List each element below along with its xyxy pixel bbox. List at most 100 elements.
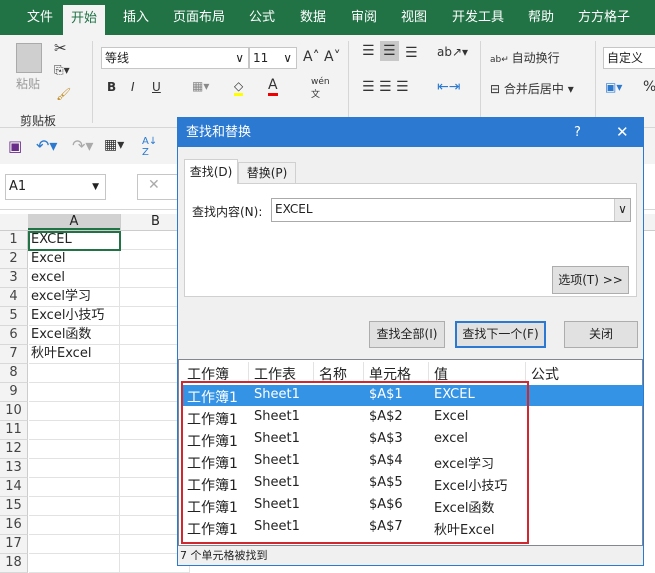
find-all-button[interactable]: 查找全部(I) (369, 321, 445, 348)
currency-icon[interactable]: ▣▾ (605, 80, 622, 94)
cell[interactable]: 秋叶Excel (29, 345, 120, 364)
merge-center-button[interactable]: ⊟ 合并后居中 ▾ (490, 80, 574, 97)
row-header[interactable]: 4 (0, 288, 28, 307)
cell[interactable] (29, 554, 120, 573)
row-header[interactable]: 7 (0, 345, 28, 364)
row-header[interactable]: 1 (0, 231, 28, 250)
fill-color-icon[interactable]: ◇ (234, 79, 244, 96)
row-header[interactable]: 16 (0, 516, 28, 535)
row-header[interactable]: 14 (0, 478, 28, 497)
undo-icon[interactable]: ↶▾ (36, 136, 57, 155)
ribbon-tab[interactable]: 方方格子 (570, 0, 638, 35)
find-what-input[interactable]: EXCEL ∨ (271, 198, 631, 222)
ribbon-tab[interactable]: 数据 (292, 0, 334, 35)
italic-button[interactable]: I (131, 80, 135, 94)
row-header[interactable]: 17 (0, 535, 28, 554)
help-button[interactable]: ? (574, 118, 581, 147)
cell[interactable] (29, 440, 120, 459)
bold-button[interactable]: B (107, 80, 116, 94)
status-text: 7 个单元格被找到 (180, 549, 268, 562)
name-box[interactable]: A1 ▼ (5, 174, 106, 200)
redo-icon[interactable]: ↷▾ (72, 136, 93, 155)
ribbon-tab[interactable]: 页面布局 (165, 0, 233, 35)
align-middle-icon[interactable]: ☰ (380, 41, 399, 61)
sort-az-icon[interactable]: A↓ Z (142, 136, 157, 158)
row-header[interactable]: 9 (0, 383, 28, 402)
row-header[interactable]: 11 (0, 421, 28, 440)
cell[interactable] (29, 497, 120, 516)
column-divider (313, 362, 314, 382)
ribbon-tab[interactable]: 视图 (393, 0, 435, 35)
row-header[interactable]: 6 (0, 326, 28, 345)
cell[interactable] (29, 478, 120, 497)
find-what-value: EXCEL (275, 202, 313, 216)
row-header[interactable]: 10 (0, 402, 28, 421)
cell[interactable] (29, 383, 120, 402)
format-painter-icon[interactable]: 🖌 (56, 87, 71, 101)
wrap-text-label: 自动换行 (511, 51, 560, 65)
ribbon-tab[interactable]: 公式 (241, 0, 283, 35)
orientation-icon[interactable]: ab↗▾ (437, 45, 468, 59)
cell[interactable] (29, 421, 120, 440)
align-bottom-icon[interactable]: ☰ (405, 45, 418, 61)
align-left-icon[interactable]: ☰ ☰ ☰ (362, 79, 409, 95)
cell[interactable]: Excel函数 (29, 326, 120, 345)
ribbon-tab[interactable]: 帮助 (520, 0, 562, 35)
row-header[interactable]: 8 (0, 364, 28, 383)
cancel-formula-button[interactable]: ✕ (137, 174, 182, 200)
results-column-header[interactable]: 公式 (531, 364, 559, 384)
phonetic-icon[interactable]: wén 文 (311, 77, 330, 100)
ribbon-tab[interactable]: 插入 (115, 0, 157, 35)
align-top-icon[interactable]: ☰ (362, 43, 375, 59)
row-header[interactable]: 2 (0, 250, 28, 269)
tab-find[interactable]: 查找(D) (184, 159, 238, 184)
cut-icon[interactable]: ✂ (54, 39, 67, 57)
row-header[interactable]: 13 (0, 459, 28, 478)
ribbon-tab[interactable]: 审阅 (343, 0, 385, 35)
underline-button[interactable]: U (152, 80, 161, 94)
merge-icon: ⊟ (490, 82, 504, 96)
ribbon-tab[interactable]: 开发工具 (444, 0, 512, 35)
borders-icon[interactable]: ▦▾ (192, 79, 209, 93)
save-icon[interactable]: ▣ (8, 137, 22, 155)
cell[interactable]: Excel小技巧 (29, 307, 120, 326)
cell[interactable] (29, 364, 120, 383)
find-replace-dialog: 查找和替换 ? ✕ 查找(D) 替换(P) 查找内容(N): EXCEL ∨ 选项… (177, 117, 644, 566)
row-header[interactable]: 3 (0, 269, 28, 288)
cell[interactable] (29, 535, 120, 554)
wrap-text-button[interactable]: ab↵ 自动换行 (490, 49, 560, 66)
table-icon[interactable]: ▦▾ (104, 137, 124, 153)
find-next-button[interactable]: 查找下一个(F) (455, 321, 546, 348)
active-cell[interactable] (28, 231, 121, 251)
font-size-value: 11 (253, 51, 269, 65)
close-icon[interactable]: ✕ (616, 118, 629, 147)
ribbon-tab[interactable]: 开始 (63, 5, 106, 35)
cell[interactable] (29, 459, 120, 478)
cell[interactable] (29, 516, 120, 535)
percent-button[interactable]: % (643, 79, 655, 95)
row-header[interactable]: 18 (0, 554, 28, 573)
font-size-select[interactable]: 11 ∨ (249, 47, 297, 69)
cell[interactable]: excel (29, 269, 120, 288)
column-divider (363, 362, 364, 382)
cell[interactable] (29, 402, 120, 421)
font-color-icon[interactable]: A (268, 77, 278, 96)
grow-font-icon[interactable]: A˄ A˅ (303, 49, 341, 65)
cell[interactable]: Excel (29, 250, 120, 269)
close-button[interactable]: 关闭 (564, 321, 638, 348)
row-header[interactable]: 12 (0, 440, 28, 459)
copy-icon[interactable]: ⎘▾ (54, 63, 70, 78)
options-button[interactable]: 选项(T) >> (552, 266, 629, 294)
dialog-title: 查找和替换 (186, 125, 252, 140)
tab-replace[interactable]: 替换(P) (238, 162, 296, 184)
paste-button[interactable]: 粘贴 (16, 75, 40, 92)
row-header[interactable]: 15 (0, 497, 28, 516)
ribbon-tab[interactable]: 文件 (19, 0, 61, 35)
number-format-select[interactable]: 自定义 (603, 47, 655, 69)
column-a-header[interactable]: A (28, 214, 120, 230)
indent-icon[interactable]: ⇤⇥ (437, 79, 460, 95)
font-name-select[interactable]: 等线 ∨ (101, 47, 249, 69)
row-header[interactable]: 5 (0, 307, 28, 326)
paste-icon[interactable] (16, 43, 42, 73)
cell[interactable]: excel学习 (29, 288, 120, 307)
